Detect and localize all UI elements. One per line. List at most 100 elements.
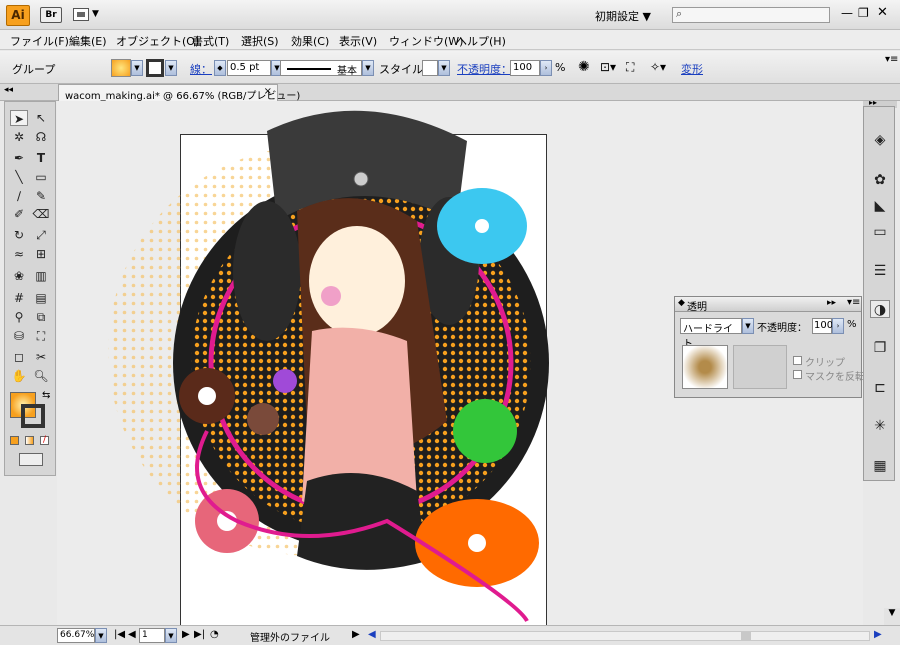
menu-object[interactable]: オブジェクト(O) — [116, 33, 199, 49]
opacity-link[interactable]: 不透明度： — [457, 61, 512, 77]
column-graph-tool-icon[interactable]: ▥ — [32, 268, 50, 284]
isolate-group-icon[interactable]: ⛶ — [626, 60, 634, 75]
recolor-artwork-icon[interactable]: ✺ — [578, 59, 590, 75]
bridge-button[interactable]: Br — [40, 7, 62, 23]
screen-mode-button[interactable] — [19, 453, 43, 466]
layers-icon[interactable]: ◈ — [870, 131, 890, 149]
transform-link[interactable]: 変形 — [681, 61, 703, 77]
menu-type[interactable]: 書式(T) — [192, 33, 229, 49]
align-icon[interactable]: ⊡▾ — [600, 60, 616, 74]
status-menu-icon[interactable]: ◔ — [210, 629, 219, 640]
menu-help[interactable]: ヘルプ(H) — [456, 33, 506, 49]
paintbrush-tool-icon[interactable]: ∕ — [10, 188, 28, 204]
gradient-mode-button[interactable] — [25, 436, 34, 445]
gradient-icon[interactable]: ▭ — [870, 223, 890, 241]
artboard-tool-icon[interactable]: ◻ — [10, 349, 28, 365]
artboard-dropdown[interactable]: ▼ — [165, 628, 177, 643]
none-mode-button[interactable]: / — [40, 436, 49, 445]
stroke-swatch[interactable] — [146, 59, 164, 77]
zoom-input[interactable]: 66.67% — [57, 628, 95, 643]
rotate-tool-icon[interactable]: ↻ — [10, 227, 28, 243]
appearance-icon[interactable]: ❐ — [870, 339, 890, 357]
first-artboard-icon[interactable]: |◀ — [114, 629, 125, 640]
stroke-color-box[interactable] — [21, 404, 45, 428]
stroke-weight-input[interactable]: 0.5 pt — [227, 60, 271, 76]
opacity-input[interactable]: 100 — [510, 60, 540, 76]
color-mode-button[interactable] — [10, 436, 19, 445]
chevron-down-icon[interactable]: ▼ — [92, 9, 99, 19]
free-transform-tool-icon[interactable]: ⊞ — [32, 246, 50, 262]
transparency-panel-header[interactable]: ◆ 透明 ▸▸ ▾≡ — [675, 297, 861, 313]
gradient-tool-icon[interactable]: ▤ — [32, 290, 50, 306]
horizontal-scrollbar[interactable] — [380, 631, 870, 641]
blend-mode-select[interactable]: ハードライト — [680, 318, 742, 350]
stroke-dropdown[interactable]: ▼ — [165, 60, 177, 76]
blob-brush-tool-icon[interactable]: ✐ — [10, 206, 28, 222]
graphic-style-swatch[interactable] — [422, 60, 438, 76]
transparency-icon[interactable]: ◑ — [870, 300, 890, 318]
restore-button[interactable]: ❐ — [858, 6, 869, 20]
graphic-style-dropdown[interactable]: ▼ — [438, 60, 450, 76]
swap-colors-icon[interactable]: ⇆ — [42, 390, 50, 401]
slice-tool-icon[interactable]: ✂ — [32, 349, 50, 365]
scale-tool-icon[interactable]: ⤢ — [32, 227, 50, 243]
rectangle-tool-icon[interactable]: ▭ — [32, 169, 50, 185]
eyedropper-tool-icon[interactable]: ⚲ — [10, 309, 28, 325]
zoom-tool-icon[interactable]: 🔍︎ — [32, 368, 50, 384]
collapse-toolbox-icon[interactable]: ◂◂ — [4, 85, 13, 95]
symbol-sprayer-tool-icon[interactable]: ❀ — [10, 268, 28, 284]
arrange-documents-icon[interactable] — [73, 8, 89, 21]
symbols-icon[interactable]: ✳ — [870, 417, 890, 435]
brush-dropdown[interactable]: ▼ — [362, 60, 374, 76]
minimize-button[interactable]: — — [841, 6, 853, 20]
opacity-dropdown[interactable]: › — [540, 60, 552, 76]
search-input[interactable] — [672, 7, 830, 23]
live-paint-tool-icon[interactable]: ⛁ — [10, 328, 28, 344]
menu-window[interactable]: ウィンドウ(W) — [389, 33, 463, 49]
control-bar-menu-icon[interactable]: ▾≡ — [885, 54, 898, 65]
type-tool-icon[interactable]: T — [32, 150, 50, 166]
blend-mode-dropdown[interactable]: ▼ — [742, 318, 754, 334]
last-artboard-icon[interactable]: ▶| — [194, 629, 205, 640]
blend-tool-icon[interactable]: ⧉ — [32, 309, 50, 325]
document-tab-close[interactable]: × — [264, 86, 272, 97]
align-panel-icon[interactable]: ⊏ — [870, 379, 890, 397]
next-artboard-icon[interactable]: ▶ — [182, 629, 190, 640]
panel-menu-icon[interactable]: ▾≡ — [847, 297, 860, 308]
brush-definition[interactable]: 基本 — [280, 60, 362, 77]
lasso-tool-icon[interactable]: ☊ — [32, 129, 50, 145]
line-tool-icon[interactable]: ╲ — [10, 169, 28, 185]
pencil-tool-icon[interactable]: ✎ — [32, 188, 50, 204]
scroll-right-arrow[interactable]: ▶ — [874, 629, 882, 640]
stroke-stepper[interactable]: ◆ — [214, 60, 226, 76]
panel-expand-icon[interactable]: ▸▸ — [827, 298, 836, 308]
menu-file[interactable]: ファイル(F) — [10, 33, 69, 49]
close-button[interactable]: ✕ — [877, 5, 888, 20]
magic-wand-tool-icon[interactable]: ✲ — [10, 129, 28, 145]
clip-checkbox[interactable] — [793, 356, 802, 365]
mesh-tool-icon[interactable]: # — [10, 290, 28, 306]
menu-effect[interactable]: 効果(C) — [291, 33, 329, 49]
menu-edit[interactable]: 編集(E) — [69, 33, 107, 49]
layer-thumbnail[interactable] — [682, 345, 728, 389]
fill-dropdown[interactable]: ▼ — [131, 60, 143, 76]
panel-opacity-dropdown[interactable]: › — [832, 318, 844, 334]
invert-mask-checkbox[interactable] — [793, 370, 802, 379]
scroll-left-arrow[interactable]: ◀ — [368, 629, 376, 640]
direct-selection-tool-icon[interactable]: ↖ — [32, 110, 50, 126]
hand-tool-icon[interactable]: ✋ — [10, 368, 28, 384]
prev-artboard-icon[interactable]: ◀ — [128, 629, 136, 640]
mask-thumbnail[interactable] — [733, 345, 787, 389]
document-tab[interactable]: wacom_making.ai* @ 66.67% (RGB/プレビュー) × — [58, 84, 300, 102]
stroke-link[interactable]: 線： — [190, 61, 212, 77]
swatches-icon[interactable]: ▦ — [870, 457, 890, 475]
select-similar-icon[interactable]: ✧▾ — [650, 60, 666, 74]
live-paint-selection-tool-icon[interactable]: ⛶ — [32, 328, 50, 344]
fill-swatch[interactable] — [111, 59, 131, 77]
panel-opacity-input[interactable]: 100 — [812, 318, 833, 334]
scroll-down-arrow[interactable]: ▼ — [884, 608, 900, 625]
color-guide-icon[interactable]: ◣ — [870, 197, 890, 215]
status-menu-arrow[interactable]: ▶ — [352, 629, 360, 640]
selection-tool-icon[interactable]: ➤ — [10, 110, 28, 126]
zoom-dropdown[interactable]: ▼ — [95, 628, 107, 643]
